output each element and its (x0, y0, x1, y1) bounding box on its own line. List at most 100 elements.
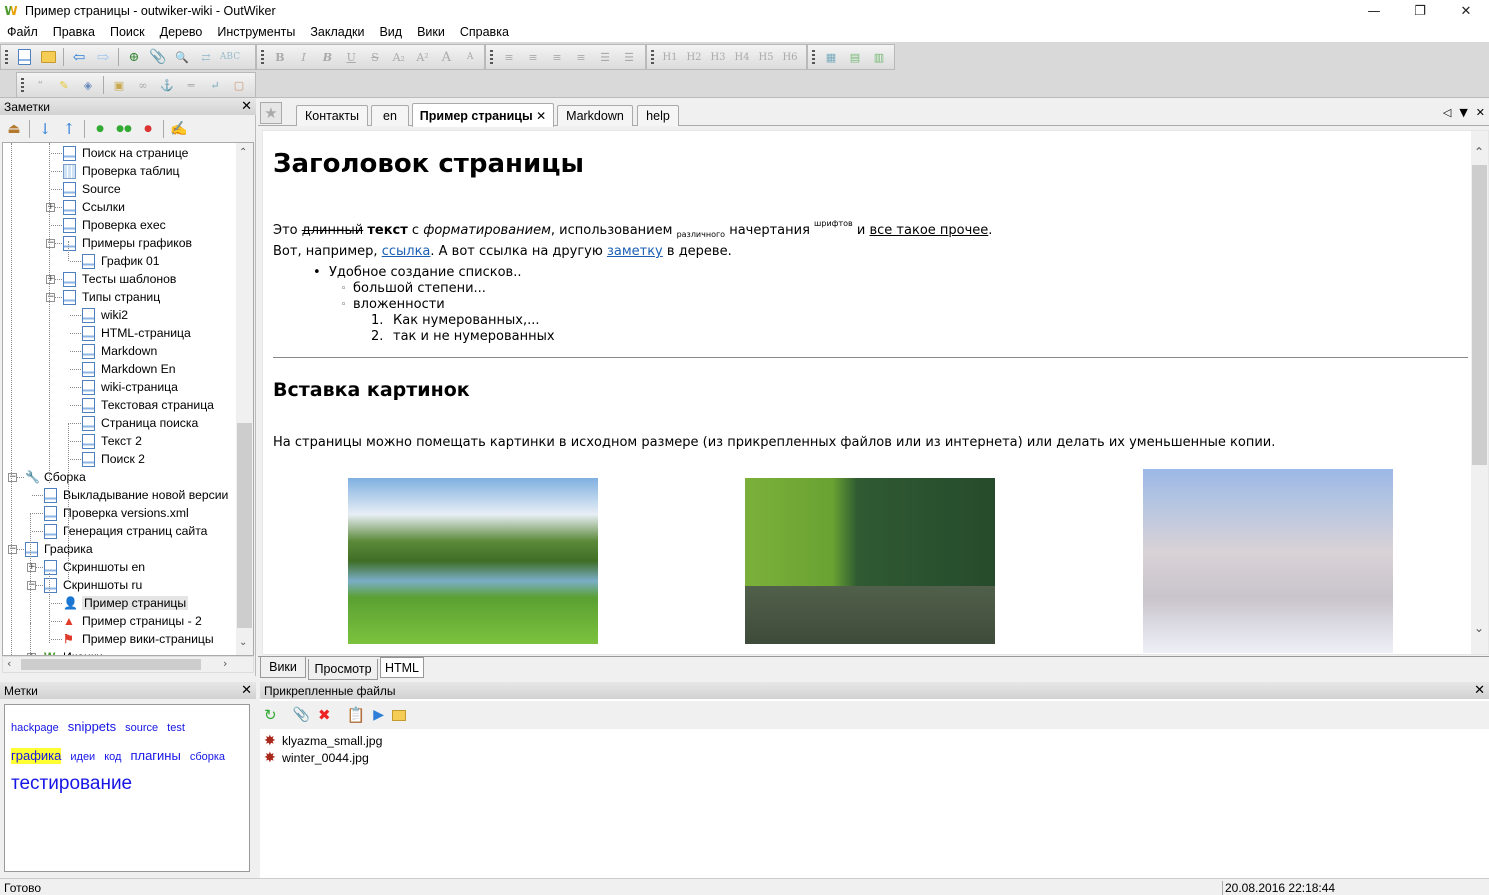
tree-item[interactable]: Графика (25, 540, 93, 558)
h6-button[interactable]: H6 (780, 47, 800, 67)
tree-item[interactable]: Поиск 2 (82, 450, 145, 468)
tag-hackpage[interactable]: hackpage (11, 720, 59, 736)
collapse-icon[interactable]: − (46, 293, 55, 302)
highlight-button[interactable]: ✎ (54, 75, 74, 95)
tab-markdown[interactable]: Markdown (557, 105, 633, 126)
scroll-left-icon[interactable]: ‹ (7, 657, 11, 670)
scroll-down-icon[interactable]: ⌄ (239, 637, 247, 648)
bullet-list-button[interactable]: ☰ (595, 47, 615, 67)
tree-item[interactable]: Проверка таблиц (63, 162, 180, 180)
tree-item[interactable]: Markdown (82, 342, 157, 360)
tag-sborka[interactable]: сборка (190, 749, 225, 765)
h4-button[interactable]: H4 (732, 47, 752, 67)
replace-button[interactable]: ⇄ (196, 47, 216, 67)
tabs-close-icon[interactable]: ✕ (1476, 106, 1485, 119)
note-link[interactable]: заметку (607, 244, 663, 259)
quote-button[interactable]: “ (30, 75, 50, 95)
insert-row-button[interactable]: ▤ (845, 47, 865, 67)
expand-icon[interactable]: + (46, 275, 55, 284)
attachment-file[interactable]: ✸ winter_0044.jpg (264, 749, 369, 766)
italic-button[interactable]: I (294, 47, 314, 67)
strike-button[interactable]: S (365, 47, 385, 67)
tag-plaginy[interactable]: плагины (130, 748, 180, 764)
preview-vertical-scrollbar[interactable]: ⌃ ⌄ (1471, 131, 1488, 654)
link-button[interactable]: ∞ (133, 75, 153, 95)
tree-item[interactable]: Проверка versions.xml (44, 504, 189, 522)
tab-preview[interactable]: Просмотр (308, 659, 378, 680)
tag-testirovanie[interactable]: тестирование (11, 773, 132, 795)
tree-item[interactable]: Выкладывание новой версии (44, 486, 228, 504)
attach-button[interactable]: 📎 (148, 47, 168, 67)
toolbar-grip[interactable] (812, 50, 815, 64)
tree-horizontal-scrollbar[interactable]: ‹ › (2, 656, 254, 673)
bold-button[interactable]: B (270, 47, 290, 67)
bookmark-button[interactable]: ★ (260, 102, 282, 124)
tree-item[interactable]: wiki2 (82, 306, 128, 324)
h1-button[interactable]: H1 (660, 47, 680, 67)
tree-item[interactable]: Типы страниц (63, 288, 160, 306)
font-bigger-button[interactable]: A (436, 47, 456, 67)
edit-properties-button[interactable]: ✍ (169, 119, 189, 139)
paste-icon[interactable]: 📋 (347, 706, 366, 724)
tree-item[interactable]: Страница поиска (82, 414, 198, 432)
new-page-button[interactable] (14, 47, 34, 67)
numbered-list-button[interactable]: ☰ (619, 47, 639, 67)
tree-item[interactable]: Примеры графиков (63, 234, 192, 252)
insert-table-button[interactable]: ▦ (821, 47, 841, 67)
execute-icon[interactable]: ▶ (373, 707, 384, 723)
tree-item[interactable]: График 01 (82, 252, 160, 270)
h2-button[interactable]: H2 (684, 47, 704, 67)
delete-icon[interactable]: ✖ (318, 706, 331, 724)
tabs-scroll-left-icon[interactable]: ◁ (1443, 106, 1451, 119)
toolbar-grip[interactable] (21, 78, 24, 92)
h5-button[interactable]: H5 (756, 47, 776, 67)
bold-italic-button[interactable]: B (318, 47, 338, 67)
tab-help[interactable]: help (637, 105, 679, 126)
menu-edit[interactable]: Правка (46, 25, 103, 39)
menu-help[interactable]: Справка (453, 25, 517, 39)
image-button[interactable]: ▣ (109, 75, 129, 95)
toolbar-grip[interactable] (5, 50, 8, 64)
collapse-icon[interactable]: − (8, 473, 17, 482)
tree-item[interactable]: ▲ Пример страницы - 2 (63, 612, 202, 630)
expand-icon[interactable]: + (46, 203, 55, 212)
menu-search[interactable]: Поиск (103, 25, 153, 39)
tree-item[interactable]: ⚑ Пример вики-страницы (63, 630, 214, 648)
tree-item[interactable]: Скриншоты en (44, 558, 145, 576)
tree-item[interactable]: Текстовая страница (82, 396, 214, 414)
close-icon[interactable]: ✕ (241, 98, 252, 114)
tree-item[interactable]: 👤 Пример страницы (63, 594, 189, 612)
winter-road-photo[interactable] (1143, 469, 1393, 653)
tab-contacts[interactable]: Контакты (296, 105, 368, 126)
tree-item[interactable]: Тесты шаблонов (63, 270, 176, 288)
tree-item[interactable]: Скриншоты ru (44, 576, 142, 594)
collapse-icon[interactable]: − (27, 581, 36, 590)
notes-tree[interactable]: ⌃ ⌄ Поиск на странице Проверка таблиц Sour… (2, 142, 254, 656)
line-break-button[interactable]: ↵ (205, 75, 225, 95)
spellcheck-button[interactable]: ABC (220, 47, 240, 67)
scroll-down-icon[interactable]: ⌄ (1474, 621, 1484, 635)
scroll-right-icon[interactable]: › (223, 657, 227, 670)
scroll-up-icon[interactable]: ⌃ (1474, 145, 1484, 159)
menu-file[interactable]: Файл (0, 25, 46, 39)
collapse-icon[interactable]: − (8, 545, 17, 554)
close-icon[interactable]: ✕ (241, 682, 252, 698)
preview-scroll-thumb[interactable] (1472, 165, 1487, 465)
font-smaller-button[interactable]: A (460, 47, 480, 67)
minimize-button[interactable]: — (1351, 0, 1397, 22)
river-landscape-photo[interactable] (348, 478, 598, 644)
collapse-icon[interactable]: − (46, 239, 55, 248)
lake-forest-photo[interactable] (745, 478, 995, 644)
tree-vertical-scrollbar[interactable]: ⌃ ⌄ (236, 143, 253, 655)
tag-source[interactable]: source (125, 720, 158, 736)
toolbar-grip[interactable] (261, 50, 264, 64)
menu-wiki[interactable]: Вики (410, 25, 453, 39)
tree-hscroll-thumb[interactable] (21, 659, 201, 670)
tree-item[interactable]: Source (63, 180, 121, 198)
tag-grafika[interactable]: графика (11, 748, 62, 764)
tab-primer-stranicy[interactable]: Пример страницы ✕ (412, 103, 554, 127)
add-sibling-button[interactable]: ●● (114, 119, 134, 139)
tag-snippets[interactable]: snippets (68, 719, 116, 735)
open-folder-icon[interactable] (392, 709, 407, 721)
align-center-button[interactable]: ≡ (523, 47, 543, 67)
